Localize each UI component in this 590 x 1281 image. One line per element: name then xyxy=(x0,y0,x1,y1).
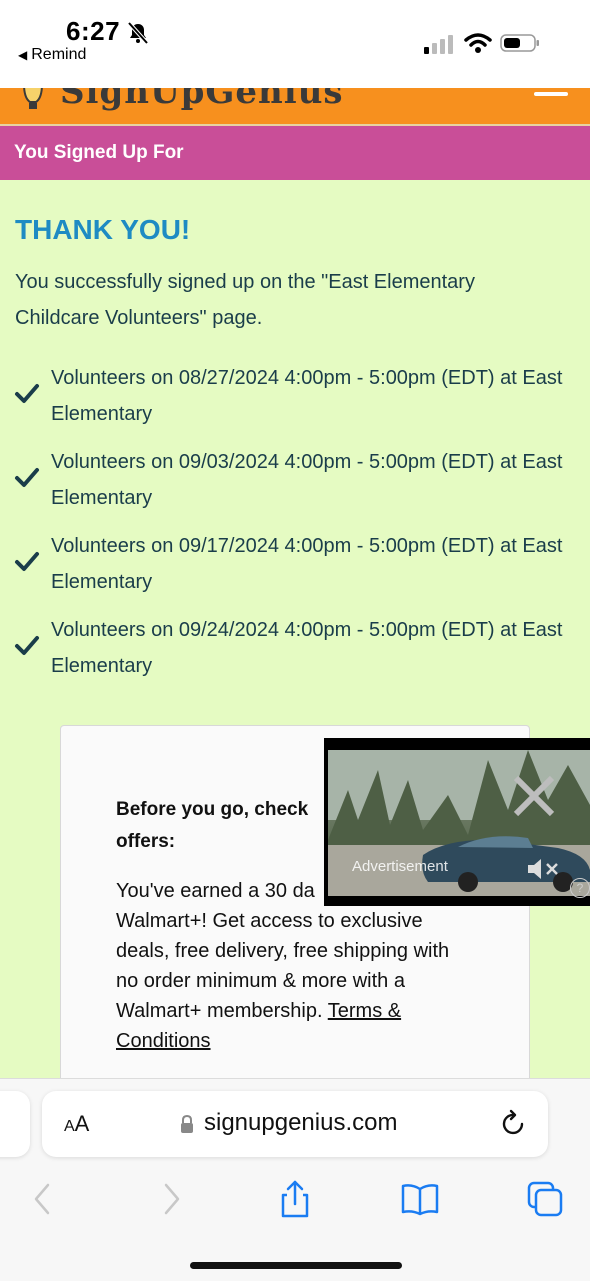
slot-text: Volunteers on 09/17/2024 4:00pm - 5:00pm… xyxy=(51,535,563,593)
lock-icon xyxy=(181,1115,193,1133)
offer-body-line-1: You've earned a 30 da xyxy=(116,880,315,902)
brand-header: SignUpGenius xyxy=(0,88,590,126)
slot-text: Volunteers on 09/24/2024 4:00pm - 5:00pm… xyxy=(51,619,563,677)
previous-tab-peek[interactable] xyxy=(0,1091,30,1157)
video-ad[interactable]: Advertisement ? xyxy=(324,738,590,906)
checkmark-icon xyxy=(15,636,39,655)
status-time: 6:27 xyxy=(66,16,121,46)
confirmation-message: You successfully signed up on the "East … xyxy=(15,271,475,329)
bookmarks-icon[interactable] xyxy=(400,1179,440,1219)
thank-you-title: THANK YOU! xyxy=(15,214,191,245)
checkmark-icon xyxy=(15,552,39,571)
share-icon[interactable] xyxy=(275,1179,315,1219)
menu-icon[interactable] xyxy=(534,92,568,96)
signup-slot: Volunteers on 08/27/2024 4:00pm - 5:00pm… xyxy=(0,360,590,440)
battery-icon xyxy=(500,34,539,52)
reload-icon[interactable] xyxy=(500,1109,528,1139)
signup-slot: Volunteers on 09/17/2024 4:00pm - 5:00pm… xyxy=(0,528,590,608)
back-to-app-link[interactable]: ◀ Remind xyxy=(18,46,86,64)
home-indicator[interactable] xyxy=(190,1262,402,1269)
back-app-label: Remind xyxy=(31,46,87,63)
slot-text: Volunteers on 09/03/2024 4:00pm - 5:00pm… xyxy=(51,451,563,509)
brand-logo[interactable]: SignUpGenius xyxy=(60,88,344,112)
browser-chrome: AA signupgenius.com xyxy=(0,1078,590,1281)
tabs-icon[interactable] xyxy=(525,1179,565,1219)
checkmark-icon xyxy=(15,384,39,403)
reader-settings-button[interactable]: AA xyxy=(64,1111,89,1137)
signup-slot: Volunteers on 09/03/2024 4:00pm - 5:00pm… xyxy=(0,444,590,524)
section-header: You Signed Up For xyxy=(0,126,590,180)
forward-chevron-icon[interactable] xyxy=(150,1179,190,1219)
wifi-icon xyxy=(464,33,492,53)
close-icon[interactable] xyxy=(512,774,556,818)
back-triangle-icon: ◀ xyxy=(18,48,28,62)
url-text[interactable]: signupgenius.com xyxy=(204,1109,397,1137)
slot-text: Volunteers on 08/27/2024 4:00pm - 5:00pm… xyxy=(51,367,563,425)
signup-slot: Volunteers on 09/24/2024 4:00pm - 5:00pm… xyxy=(0,612,590,692)
section-header-title: You Signed Up For xyxy=(14,142,184,163)
speaker-muted-icon[interactable] xyxy=(526,858,560,880)
cellular-signal-icon xyxy=(424,35,453,54)
back-chevron-icon[interactable] xyxy=(24,1179,64,1219)
ad-label: Advertisement xyxy=(352,858,448,875)
status-bar: 6:27 ◀ Remind xyxy=(0,0,590,88)
help-icon[interactable]: ? xyxy=(570,878,590,898)
address-bar[interactable]: AA signupgenius.com xyxy=(42,1091,548,1157)
lightbulb-logo-icon xyxy=(23,88,43,109)
checkmark-icon xyxy=(15,468,39,487)
bell-slash-icon xyxy=(127,21,149,45)
